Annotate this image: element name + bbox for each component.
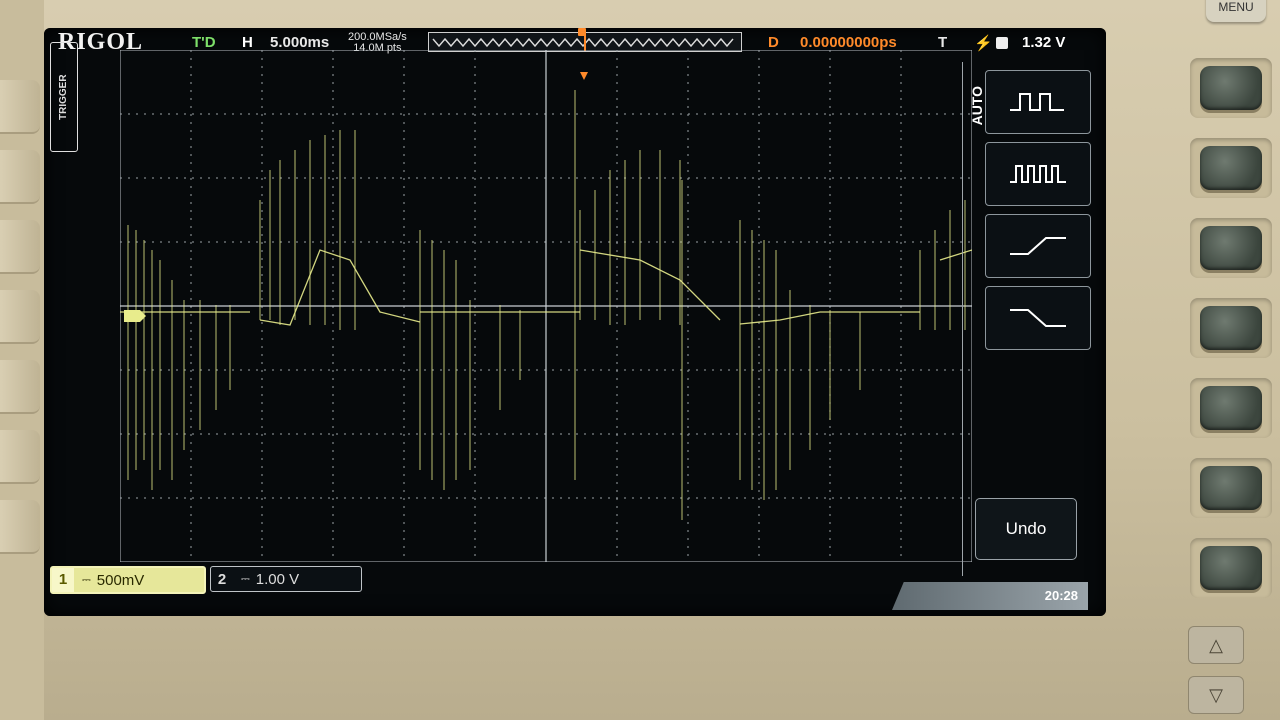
center-axes bbox=[120, 50, 972, 562]
multi-pulse-icon bbox=[1010, 165, 1066, 183]
trigger-level-value[interactable]: 1.32 V bbox=[1022, 34, 1065, 51]
delay-label: D bbox=[768, 34, 779, 51]
rising-edge-icon bbox=[1010, 237, 1066, 255]
channel2-scale: 1.00 V bbox=[255, 570, 300, 588]
left-bezel bbox=[0, 0, 44, 720]
softkey-6-hardware-button[interactable] bbox=[1200, 466, 1262, 510]
trigger-status: T'D bbox=[192, 34, 216, 51]
channel2-status[interactable]: 2 ⎓ 1.00 V bbox=[210, 566, 362, 592]
trigger-time-marker bbox=[580, 72, 588, 80]
delay-value[interactable]: 0.00000000ps bbox=[800, 34, 897, 51]
hardware-button-panel: MENU △ ▽ bbox=[1108, 0, 1280, 720]
horizontal-label: H bbox=[242, 34, 253, 51]
softkey-1-hardware-button[interactable] bbox=[1200, 66, 1262, 110]
channel-bar: 1 ⎓ 500mV 2 ⎓ 1.00 V 20:28 bbox=[44, 562, 1106, 616]
menu-title: AUTO bbox=[969, 86, 985, 126]
menu-hardware-button[interactable]: MENU bbox=[1206, 0, 1266, 22]
waveform-grid bbox=[120, 50, 972, 562]
dc-coupling-icon: ⎓ bbox=[82, 573, 91, 586]
trigger-side-tab[interactable]: TRIGGER bbox=[50, 42, 78, 152]
oscilloscope-screen: RIGOL T'D H 5.000ms 200.0MSa/s 14.0M pts… bbox=[44, 28, 1106, 616]
channel2-number: 2 bbox=[217, 570, 227, 588]
softkey-2-hardware-button[interactable] bbox=[1200, 146, 1262, 190]
waveform-display bbox=[120, 50, 972, 562]
page-up-button[interactable]: △ bbox=[1188, 626, 1244, 664]
undo-button[interactable]: Undo bbox=[975, 498, 1077, 560]
trigger-position-marker bbox=[578, 28, 586, 36]
softkey-3-hardware-button[interactable] bbox=[1200, 226, 1262, 270]
softkey-4-hardware-button[interactable] bbox=[1200, 306, 1262, 350]
softkey-7-hardware-button[interactable] bbox=[1200, 546, 1262, 590]
single-pulse-icon bbox=[1010, 93, 1064, 111]
rising-edge-softkey[interactable] bbox=[985, 214, 1091, 278]
dc-coupling-icon: ⎓ bbox=[241, 572, 250, 585]
page-down-button[interactable]: ▽ bbox=[1188, 676, 1244, 714]
softkey-5-hardware-button[interactable] bbox=[1200, 386, 1262, 430]
trigger-source-icon: ⚡ bbox=[974, 35, 993, 52]
channel1-status[interactable]: 1 ⎓ 500mV bbox=[50, 566, 206, 594]
multi-pulse-softkey[interactable] bbox=[985, 142, 1091, 206]
channel1-number: 1 bbox=[52, 568, 74, 592]
channel1-scale: 500mV bbox=[96, 571, 145, 589]
trigger-label: T bbox=[938, 34, 948, 51]
falling-edge-softkey[interactable] bbox=[985, 286, 1091, 350]
single-pulse-softkey[interactable] bbox=[985, 70, 1091, 134]
falling-edge-icon bbox=[1010, 309, 1066, 327]
trigger-channel-icon bbox=[996, 37, 1008, 49]
timebase-value[interactable]: 5.000ms bbox=[270, 34, 329, 51]
system-clock: 20:28 bbox=[892, 582, 1088, 610]
softkey-menu: AUTO Undo bbox=[962, 62, 1103, 576]
